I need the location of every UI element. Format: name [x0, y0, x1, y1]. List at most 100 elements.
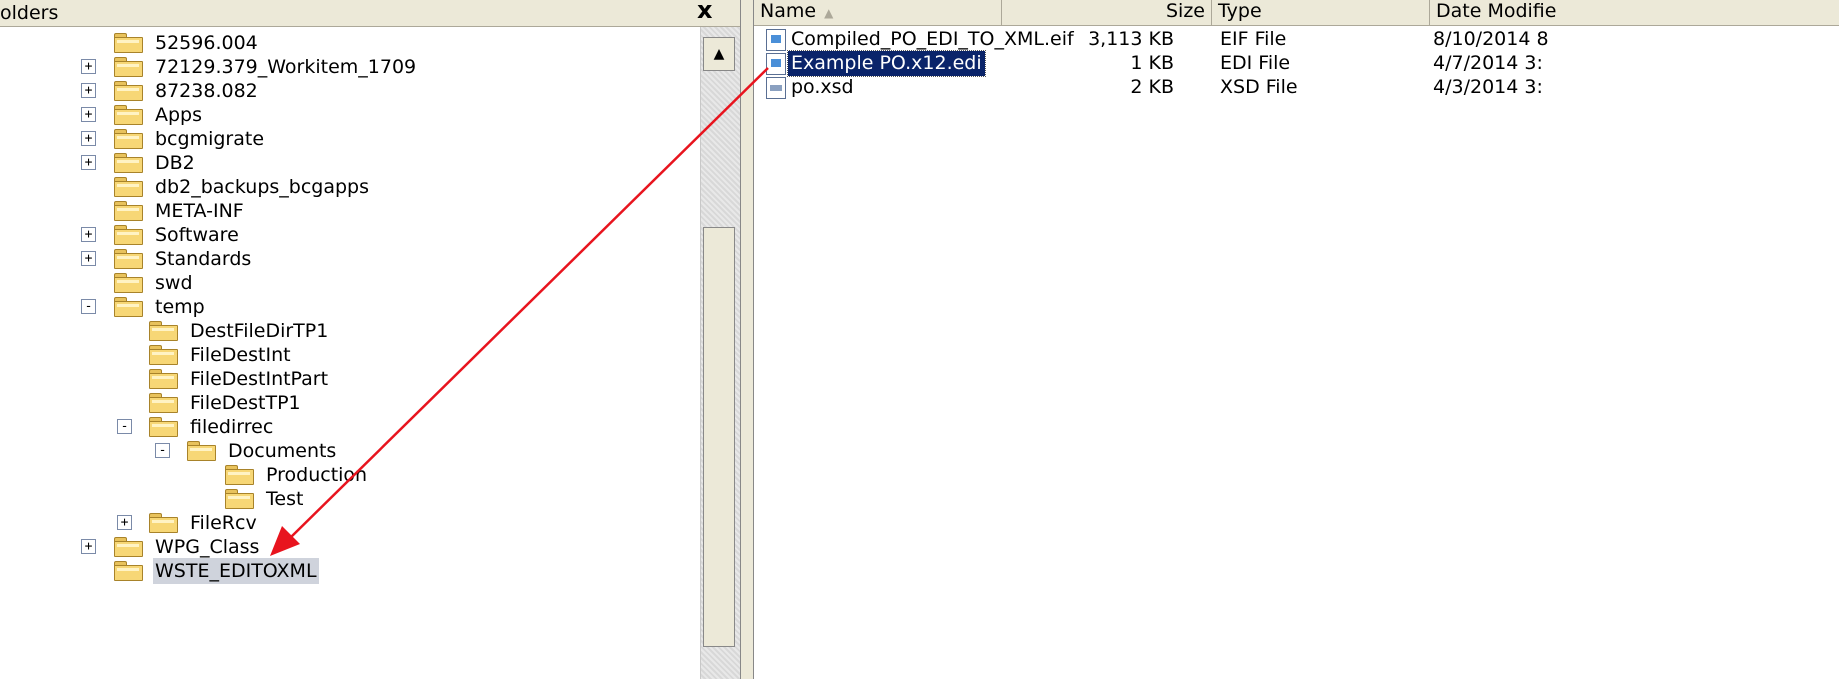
file-size: 3,113 KB [1088, 28, 1174, 50]
collapse-icon[interactable]: - [81, 299, 96, 314]
tree-item-software[interactable]: Software [113, 222, 241, 248]
folder-icon [113, 272, 145, 294]
expand-icon[interactable]: + [81, 131, 96, 146]
tree-item-filedesttp1[interactable]: FileDestTP1 [148, 390, 303, 416]
tree-item-meta-inf[interactable]: META-INF [113, 198, 246, 224]
scroll-up-button[interactable]: ▲ [703, 37, 735, 71]
tree-item-label: 52596.004 [155, 32, 258, 54]
expand-icon[interactable]: + [81, 83, 96, 98]
tree-item-standards[interactable]: Standards [113, 246, 253, 272]
column-header-size[interactable]: Size [1002, 0, 1212, 26]
column-headers: Name ▲ Size Type Date Modifie [754, 0, 1839, 26]
tree-item-db2-backups[interactable]: db2_backups_bcgapps [113, 174, 371, 200]
expand-icon[interactable]: + [81, 227, 96, 242]
tree-item-label: FileDestTP1 [190, 392, 301, 414]
file-date: 4/3/2014 3: [1433, 76, 1543, 98]
folder-icon [148, 344, 180, 366]
files-pane: Name ▲ Size Type Date Modifie Compiled_PO… [754, 0, 1839, 679]
folder-icon [113, 296, 145, 318]
tree-item-87238-082[interactable]: 87238.082 [113, 78, 260, 104]
expand-icon[interactable]: + [81, 539, 96, 554]
folders-header: olders x [0, 0, 740, 27]
file-date: 8/10/2014 8 [1433, 28, 1549, 50]
tree-item-wste-editoxml[interactable]: WSTE_EDITOXML [113, 558, 319, 584]
file-row[interactable]: Compiled_PO_EDI_TO_XML.eif 3,113 KB EIF … [754, 27, 1839, 53]
edi-file-icon [766, 53, 786, 75]
scroll-thumb[interactable] [703, 227, 735, 647]
collapse-icon[interactable]: - [117, 419, 132, 434]
tree-item-apps[interactable]: Apps [113, 102, 204, 128]
tree-item-label: FileDestIntPart [190, 368, 329, 390]
eif-file-icon [766, 29, 786, 51]
tree-item-documents[interactable]: Documents [186, 438, 338, 464]
tree-item-52596-004[interactable]: 52596.004 [113, 30, 260, 56]
folder-icon [113, 104, 145, 126]
file-type: EDI File [1220, 52, 1291, 74]
tree-item-label: filedirrec [190, 416, 274, 438]
folder-icon [113, 128, 145, 150]
tree-item-72129-379[interactable]: 72129.379_Workitem_1709 [113, 54, 418, 80]
tree-item-production[interactable]: Production [224, 462, 369, 488]
folders-pane: olders x 52596.004 + 72129.379_Workitem_… [0, 0, 740, 679]
expand-icon[interactable]: + [81, 251, 96, 266]
folder-icon [113, 200, 145, 222]
folder-icon [224, 464, 256, 486]
expand-icon[interactable]: + [117, 515, 132, 530]
folder-icon [113, 32, 145, 54]
file-type: EIF File [1220, 28, 1287, 50]
folder-icon [148, 368, 180, 390]
column-header-date-label: Date Modifie [1436, 0, 1557, 22]
file-size: 1 KB [1130, 52, 1174, 74]
file-row[interactable]: po.xsd 2 KB XSD File 4/3/2014 3: [754, 75, 1839, 101]
file-name: po.xsd [791, 76, 854, 98]
expand-icon[interactable]: + [81, 59, 96, 74]
tree-item-label: Apps [155, 104, 203, 126]
pane-splitter[interactable] [740, 0, 754, 679]
tree-item-label: META-INF [155, 200, 244, 222]
tree-item-label: Production [266, 464, 368, 486]
tree-item-db2[interactable]: DB2 [113, 150, 197, 176]
tree-item-label: bcgmigrate [155, 128, 265, 150]
open-folder-icon [113, 560, 145, 582]
tree-item-test[interactable]: Test [224, 486, 305, 512]
tree-item-label: Test [266, 488, 304, 510]
column-header-date[interactable]: Date Modifie [1430, 0, 1839, 26]
column-header-name-label: Name [760, 0, 817, 22]
column-header-type-label: Type [1218, 0, 1262, 22]
column-header-size-label: Size [1165, 0, 1205, 22]
folder-icon [113, 248, 145, 270]
collapse-icon[interactable]: - [155, 443, 170, 458]
column-header-type[interactable]: Type [1212, 0, 1430, 26]
tree-item-filedestintpart[interactable]: FileDestIntPart [148, 366, 330, 392]
file-name: Compiled_PO_EDI_TO_XML.eif [791, 28, 1074, 50]
tree-item-label: temp [155, 296, 205, 318]
folder-icon [113, 536, 145, 558]
tree-item-destfiledirtp1[interactable]: DestFileDirTP1 [148, 318, 330, 344]
tree-scrollbar[interactable]: ▲ [700, 27, 740, 679]
tree-item-swd[interactable]: swd [113, 270, 195, 296]
tree-item-label: db2_backups_bcgapps [155, 176, 370, 198]
file-row-selected[interactable]: Example PO.x12.edi 1 KB EDI File 4/7/201… [754, 50, 1839, 77]
tree-item-filedirrec[interactable]: filedirrec [148, 414, 275, 440]
tree-item-wpg-class[interactable]: WPG_Class [113, 534, 261, 560]
close-folders-button[interactable]: x [697, 0, 712, 22]
tree-item-temp[interactable]: temp [113, 294, 207, 320]
sort-ascending-icon: ▲ [824, 6, 834, 20]
xsd-file-icon [766, 77, 786, 99]
tree-item-label: Standards [155, 248, 252, 270]
tree-item-label: Software [155, 224, 239, 246]
folder-icon [113, 56, 145, 78]
file-size: 2 KB [1130, 76, 1174, 98]
folder-icon [148, 416, 180, 438]
column-header-name[interactable]: Name ▲ [754, 0, 1002, 26]
folder-icon [113, 224, 145, 246]
tree-item-bcgmigrate[interactable]: bcgmigrate [113, 126, 266, 152]
expand-icon[interactable]: + [81, 107, 96, 122]
tree-item-label: 72129.379_Workitem_1709 [155, 56, 417, 78]
tree-item-filercv[interactable]: FileRcv [148, 510, 259, 536]
file-name: Example PO.x12.edi [787, 50, 986, 77]
file-date: 4/7/2014 3: [1433, 52, 1543, 74]
tree-item-filedestint[interactable]: FileDestInt [148, 342, 293, 368]
tree-item-label: swd [155, 272, 193, 294]
expand-icon[interactable]: + [81, 155, 96, 170]
